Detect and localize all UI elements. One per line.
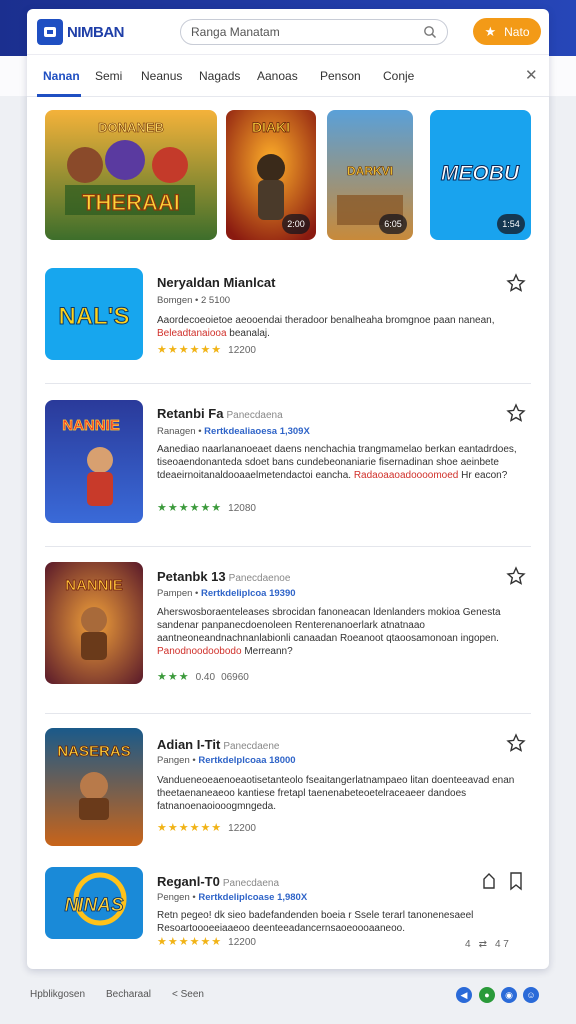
- logo-text: NIMBAN: [67, 23, 125, 41]
- action-count[interactable]: 4: [465, 939, 471, 950]
- premium-button-label: Nato: [504, 24, 530, 39]
- app-rating: ★★★★★★ 12080: [157, 502, 256, 514]
- footer-link-apps[interactable]: Hpblikgosen: [30, 989, 85, 1000]
- search-input[interactable]: [191, 25, 423, 39]
- duration-badge: 6:05: [379, 214, 407, 234]
- active-tab-indicator: [37, 94, 81, 97]
- bookmark-icon[interactable]: [506, 273, 526, 293]
- tab-penson[interactable]: Penson: [320, 69, 361, 83]
- app-rating: ★★★★★★ 12200: [157, 344, 256, 356]
- app-title[interactable]: Adian I-Tit Panecdaene: [157, 737, 279, 752]
- tab-semi[interactable]: Semi: [95, 69, 122, 83]
- bookmark-icon[interactable]: [506, 403, 526, 423]
- game-banner[interactable]: DARKVI 6:05: [327, 110, 413, 240]
- star-rating-icons: ★★★★★★: [157, 936, 223, 948]
- app-title[interactable]: Reganl-T0 Panecdaena: [157, 874, 279, 889]
- user-icon[interactable]: ☺: [523, 987, 539, 1003]
- app-meta: Pampen • Rertkdeliplcoa 19390: [157, 588, 296, 599]
- banner-caption: THERAAI: [82, 190, 180, 215]
- divider: [45, 383, 531, 384]
- app-rating: ★★★ 0.40 06960: [157, 671, 249, 683]
- app-title[interactable]: Neryaldan Mianlcat: [157, 275, 276, 290]
- category-tabs: Nanan Semi Neanus Nagads Aanoas Penson C…: [27, 55, 549, 97]
- app-rating: ★★★★★★ 12200: [157, 936, 256, 948]
- divider: [45, 546, 531, 547]
- banner-caption: MEOBU: [441, 162, 520, 185]
- star-rating-icons: ★★★★★★: [157, 502, 223, 514]
- share-icon[interactable]: [479, 871, 499, 891]
- app-logo[interactable]: NIMBAN: [37, 19, 125, 45]
- star-rating-icons: ★★★★★★: [157, 344, 223, 356]
- app-thumbnail[interactable]: NINAS: [45, 867, 143, 939]
- thumbnail-caption: NANNIE: [65, 577, 123, 594]
- app-title[interactable]: Petanbk 13 Panecdaenoe: [157, 569, 290, 584]
- tab-aanoas[interactable]: Aanoas: [257, 69, 298, 83]
- star-rating-icons: ★★★: [157, 671, 190, 683]
- swap-icon[interactable]: ⇄: [479, 939, 487, 950]
- footer-link-search[interactable]: < Seen: [172, 989, 204, 1000]
- banner-top-caption: DONANEB: [98, 120, 164, 135]
- app-thumbnail[interactable]: NANNIE: [45, 562, 143, 684]
- featured-carousel: THERAAI DONANEB DIAKI 2:00 DARKVI 6:05 M…: [27, 110, 549, 240]
- app-window: NIMBAN ★ Nato Nanan Semi Neanus Nagads A…: [27, 9, 549, 969]
- banner-caption: DARKVI: [347, 164, 393, 178]
- app-thumbnail[interactable]: NANNIE: [45, 400, 143, 523]
- divider: [45, 713, 531, 714]
- star-rating-icons: ★★★★★★: [157, 822, 223, 834]
- banner-caption: DIAKI: [252, 119, 290, 135]
- app-meta: Pengen • Rertkdeliplcoase 1,980X: [157, 892, 308, 903]
- thumbnail-caption: NINAS: [64, 895, 123, 916]
- footer-bar: Hpblikgosen Becharaal < Seen ◀ ● ◉ ☺: [0, 980, 576, 1010]
- footer-link-store[interactable]: Becharaal: [106, 989, 151, 1000]
- tab-nanan[interactable]: Nanan: [43, 69, 80, 83]
- app-description: Retn pegeo! dk sieo badefandenden boeia …: [157, 910, 474, 934]
- tab-conje[interactable]: Conje: [383, 69, 414, 83]
- game-banner[interactable]: MEOBU 1:54: [430, 110, 531, 240]
- close-icon[interactable]: ✕: [525, 66, 538, 84]
- thumbnail-caption: NASERAS: [57, 743, 130, 760]
- star-icon: ★: [484, 23, 497, 39]
- featured-banner[interactable]: THERAAI DONANEB: [45, 110, 217, 240]
- item-actions: 4 ⇄ 4 7: [465, 939, 509, 950]
- game-banner[interactable]: DIAKI 2:00: [226, 110, 316, 240]
- app-description: Aherswosboraenteleases sbrocidan fanonea…: [157, 607, 501, 657]
- bookmark-icon[interactable]: [506, 566, 526, 586]
- app-meta: Ranagen • Rertkdealiaoesa 1,309X: [157, 426, 310, 437]
- tab-nagads[interactable]: Nagads: [199, 69, 240, 83]
- duration-badge: 1:54: [497, 214, 525, 234]
- duration-badge: 2:00: [282, 214, 310, 234]
- premium-button[interactable]: ★ Nato: [473, 18, 541, 45]
- app-thumbnail[interactable]: NAL'S: [45, 268, 143, 360]
- app-title[interactable]: Retanbi Fa Panecdaena: [157, 406, 283, 421]
- app-description: Aaordecoeoietoe aeooendai theradoor bena…: [157, 315, 495, 339]
- action-count[interactable]: 4 7: [495, 939, 509, 950]
- tab-neanus[interactable]: Neanus: [141, 69, 182, 83]
- social-icon[interactable]: ◉: [501, 987, 517, 1003]
- thumbnail-caption: NANNIE: [62, 417, 120, 434]
- search-box[interactable]: [180, 19, 448, 45]
- header-bar: NIMBAN ★ Nato: [27, 9, 549, 55]
- app-thumbnail[interactable]: NASERAS: [45, 728, 143, 846]
- bookmark-icon[interactable]: [506, 733, 526, 753]
- search-icon[interactable]: [423, 25, 437, 39]
- logo-icon: [37, 19, 63, 45]
- bookmark-icon[interactable]: [506, 871, 526, 891]
- social-icon[interactable]: ◀: [456, 987, 472, 1003]
- app-meta: Pangen • Rertkdelplcoaa 18000: [157, 755, 296, 766]
- app-rating: ★★★★★★ 12200: [157, 822, 256, 834]
- app-description: Aanediao naarlananoeaet daens nenchachia…: [157, 444, 517, 481]
- app-meta: Bomgen • 2 5100: [157, 295, 231, 306]
- thumbnail-caption: NAL'S: [58, 303, 129, 330]
- app-description: Vandueneoeaenoeaotisetanteolo fseaitange…: [157, 775, 515, 812]
- social-icon[interactable]: ●: [479, 987, 495, 1003]
